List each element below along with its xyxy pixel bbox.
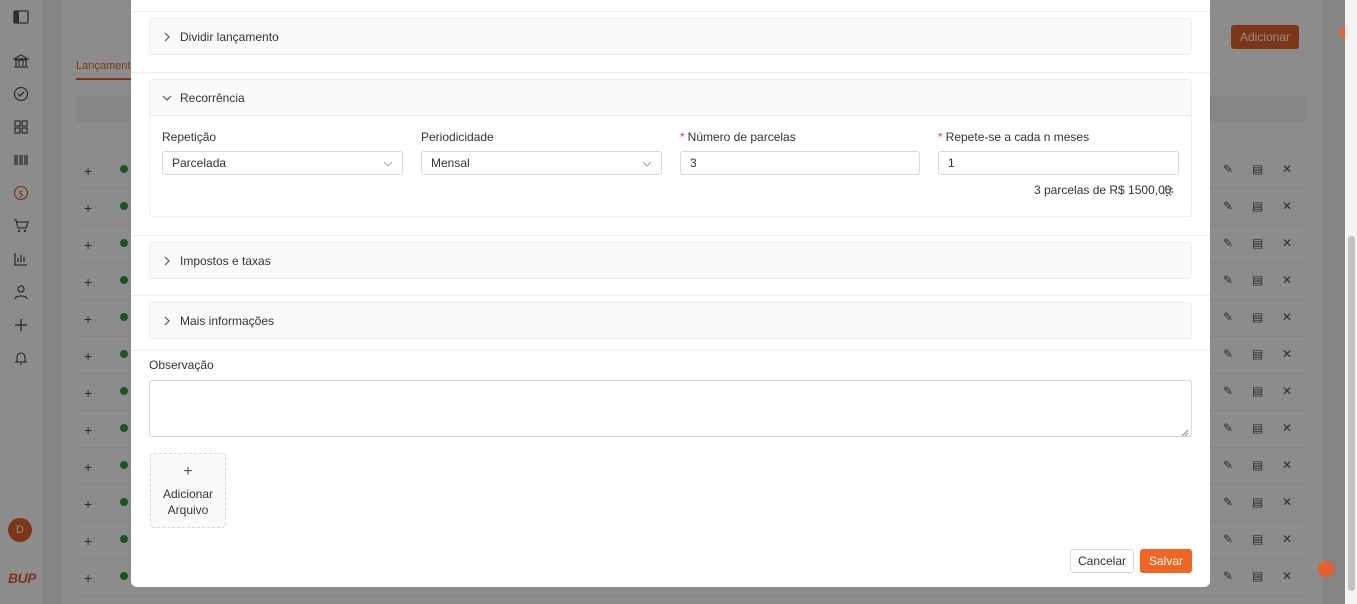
plus-icon: +: [183, 462, 193, 480]
periodicity-select[interactable]: Mensal: [421, 151, 662, 175]
add-file-label-line1: Adicionar: [162, 486, 214, 501]
divider: [131, 350, 1210, 351]
installments-input[interactable]: 3: [680, 151, 920, 175]
divider: [131, 235, 1210, 236]
chevron-right-icon: [162, 32, 172, 42]
installments-value: 3: [690, 156, 697, 170]
cancel-button[interactable]: Cancelar: [1070, 549, 1134, 573]
chevron-down-icon: [383, 158, 393, 168]
scrollbar-thumb[interactable]: [1348, 236, 1355, 591]
periodicity-label: Periodicidade: [421, 130, 494, 144]
more-info-section[interactable]: Mais informações: [149, 302, 1192, 339]
recurrence-section-header[interactable]: Recorrência: [162, 80, 245, 115]
chevron-right-icon: [162, 256, 172, 266]
add-file-button[interactable]: + Adicionar Arquivo: [150, 453, 226, 528]
gear-icon[interactable]: [1161, 184, 1175, 198]
divider: [131, 11, 1210, 12]
every-n-months-value: 1: [948, 156, 955, 170]
repetition-select[interactable]: Parcelada: [162, 151, 403, 175]
recurrence-section: Recorrência Repetição Parcelada Periodic…: [149, 79, 1192, 217]
observation-label: Observação: [149, 358, 214, 372]
every-n-months-input[interactable]: 1: [938, 151, 1179, 175]
every-n-months-label: * Repete-se a cada n meses: [938, 130, 1089, 144]
repetition-value: Parcelada: [172, 156, 227, 170]
recurrence-section-title: Recorrência: [180, 90, 245, 105]
help-button[interactable]: [1318, 561, 1334, 577]
taxes-section-title: Impostos e taxas: [180, 253, 271, 268]
chevron-down-icon: [162, 93, 172, 103]
add-file-label-line2: Arquivo: [167, 502, 209, 517]
divider: [131, 72, 1210, 73]
recurrence-section-body: Repetição Parcelada Periodicidade Mensal…: [150, 115, 1191, 216]
page-scrollbar[interactable]: [1345, 0, 1357, 604]
installments-label-text: Número de parcelas: [687, 130, 796, 144]
recurrence-modal: Dividir lançamento Recorrência Repetição…: [131, 0, 1210, 587]
resize-handle-icon[interactable]: [1181, 426, 1189, 437]
split-section[interactable]: Dividir lançamento: [149, 18, 1192, 55]
split-section-title: Dividir lançamento: [180, 29, 279, 44]
installments-label: * Número de parcelas: [680, 130, 796, 144]
taxes-section[interactable]: Impostos e taxas: [149, 242, 1192, 279]
every-n-months-label-text: Repete-se a cada n meses: [945, 130, 1090, 144]
installment-summary: 3 parcelas de R$ 1500,00: [1034, 183, 1172, 197]
save-button[interactable]: Salvar: [1140, 549, 1192, 573]
required-mark: *: [680, 130, 685, 144]
required-mark: *: [938, 130, 943, 144]
more-info-section-title: Mais informações: [180, 313, 275, 328]
chevron-down-icon: [642, 158, 652, 168]
observation-textarea[interactable]: [149, 380, 1192, 437]
chevron-right-icon: [162, 316, 172, 326]
periodicity-value: Mensal: [431, 156, 470, 170]
repetition-label: Repetição: [162, 130, 217, 144]
divider: [131, 295, 1210, 296]
